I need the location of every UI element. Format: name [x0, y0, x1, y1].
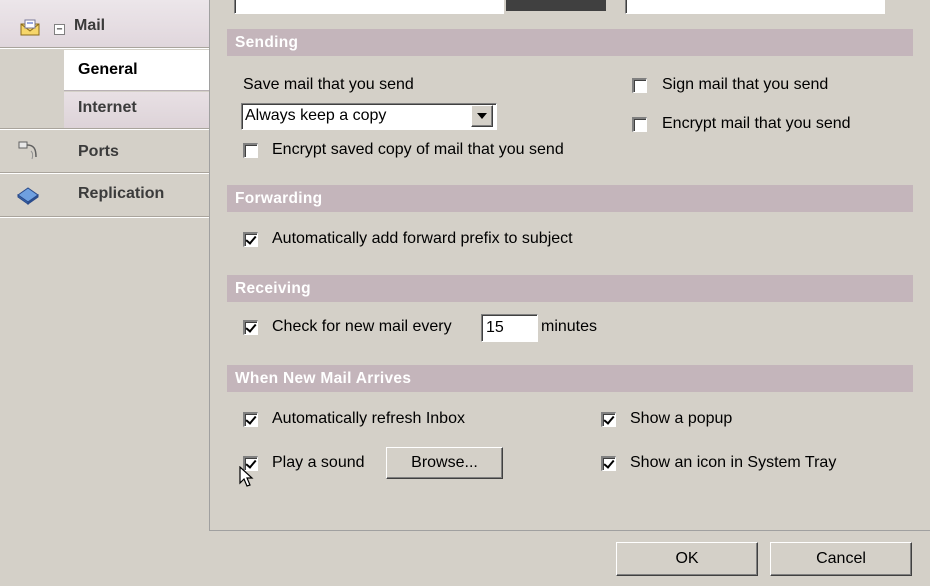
- cancel-button[interactable]: Cancel: [770, 542, 912, 576]
- top-field-middle: [506, 0, 606, 11]
- settings-nav: − Mail General Internet Ports Replicatio…: [0, 0, 210, 586]
- section-header-sending: Sending: [227, 29, 913, 56]
- encrypt-saved-checkbox[interactable]: [243, 143, 258, 158]
- cursor-icon: [239, 465, 257, 488]
- nav-divider: [0, 216, 209, 218]
- save-mail-value: Always keep a copy: [245, 107, 387, 124]
- save-mail-select[interactable]: Always keep a copy: [241, 103, 497, 130]
- nav-item-ports[interactable]: Ports: [0, 131, 209, 171]
- show-tray-icon-label: Show an icon in System Tray: [630, 454, 837, 471]
- mail-icon: [20, 19, 40, 36]
- top-field-right[interactable]: [625, 0, 885, 14]
- save-mail-label: Save mail that you send: [243, 76, 414, 93]
- nav-mail-label: Mail: [74, 17, 106, 34]
- minutes-label: minutes: [541, 318, 598, 335]
- nav-item-mail[interactable]: − Mail: [0, 0, 209, 48]
- sign-mail-checkbox[interactable]: [632, 78, 647, 93]
- settings-panel: Sending Save mail that you send Always k…: [209, 0, 930, 531]
- show-tray-icon-checkbox[interactable]: [601, 456, 616, 471]
- interval-input[interactable]: 15: [481, 314, 538, 342]
- check-mail-label: Check for new mail every: [272, 318, 452, 335]
- nav-divider: [0, 128, 209, 130]
- interval-value: 15: [486, 319, 504, 336]
- auto-refresh-checkbox[interactable]: [243, 412, 258, 427]
- nav-item-general[interactable]: General: [64, 50, 210, 91]
- nav-item-replication[interactable]: Replication: [0, 175, 209, 215]
- sign-mail-label: Sign mail that you send: [662, 76, 829, 93]
- encrypt-mail-label: Encrypt mail that you send: [662, 115, 851, 132]
- auto-prefix-label: Automatically add forward prefix to subj…: [272, 230, 573, 247]
- check-mail-checkbox[interactable]: [243, 320, 258, 335]
- replication-icon: [16, 185, 40, 205]
- nav-item-internet[interactable]: Internet: [64, 92, 210, 128]
- auto-refresh-label: Automatically refresh Inbox: [272, 410, 465, 427]
- play-sound-label: Play a sound: [272, 454, 365, 471]
- nav-divider: [0, 47, 209, 49]
- chevron-down-icon[interactable]: [471, 105, 493, 127]
- section-header-new-mail: When New Mail Arrives: [227, 365, 913, 392]
- nav-general-label: General: [78, 61, 138, 78]
- nav-internet-label: Internet: [78, 99, 137, 116]
- nav-divider: [0, 172, 209, 174]
- show-popup-checkbox[interactable]: [601, 412, 616, 427]
- collapse-icon[interactable]: −: [54, 24, 65, 35]
- auto-prefix-checkbox[interactable]: [243, 232, 258, 247]
- nav-ports-label: Ports: [78, 143, 119, 160]
- show-popup-label: Show a popup: [630, 410, 733, 427]
- section-header-forwarding: Forwarding: [227, 185, 913, 212]
- browse-button[interactable]: Browse...: [386, 447, 503, 479]
- nav-replication-label: Replication: [78, 185, 165, 202]
- top-field-left[interactable]: [234, 0, 504, 14]
- ports-icon: [18, 139, 42, 161]
- encrypt-saved-label: Encrypt saved copy of mail that you send: [272, 141, 564, 158]
- encrypt-mail-checkbox[interactable]: [632, 117, 647, 132]
- ok-button[interactable]: OK: [616, 542, 758, 576]
- section-header-receiving: Receiving: [227, 275, 913, 302]
